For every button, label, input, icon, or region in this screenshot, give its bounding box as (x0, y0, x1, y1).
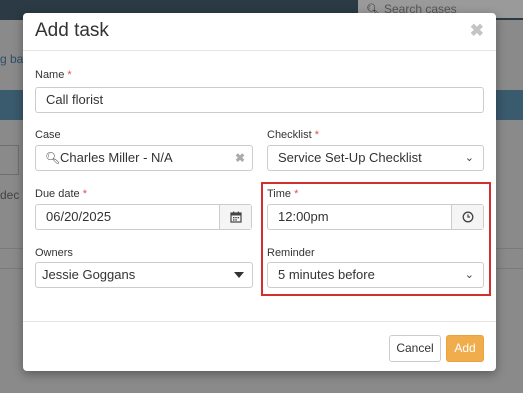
name-label-text: Name (35, 69, 65, 81)
checklist-label-text: Checklist (267, 129, 312, 141)
background-row-text: dec (0, 188, 20, 202)
case-value: Charles Miller - N/A (60, 150, 173, 165)
checklist-label: Checklist * (267, 129, 319, 141)
cancel-button[interactable]: Cancel (389, 335, 441, 362)
name-field[interactable]: Call florist (35, 87, 484, 113)
required-marker: * (67, 69, 72, 81)
case-field[interactable]: 🔍︎ Charles Miller - N/A ✖ (35, 145, 253, 171)
checklist-value: Service Set-Up Checklist (278, 150, 422, 165)
background-box (0, 145, 19, 175)
due-date-label-text: Due date (35, 188, 80, 200)
name-value: Call florist (46, 92, 104, 107)
highlight-box (261, 182, 491, 296)
clear-icon[interactable]: ✖ (235, 146, 245, 170)
due-date-label: Due date * (35, 188, 87, 200)
modal-header: Add task ✖ (23, 13, 496, 51)
case-label: Case (35, 129, 61, 141)
due-date-value: 06/20/2025 (46, 209, 112, 224)
due-date-field[interactable]: 06/20/2025 (35, 204, 252, 230)
close-icon[interactable]: ✖ (470, 21, 484, 41)
name-label: Name * (35, 69, 72, 81)
caret-down-icon (234, 272, 244, 278)
modal-footer: Cancel Add (23, 321, 496, 372)
owners-select[interactable]: Jessie Goggans (35, 262, 253, 288)
owners-value: Jessie Goggans (42, 267, 136, 282)
calendar-icon[interactable] (219, 205, 251, 229)
add-button[interactable]: Add (446, 335, 484, 362)
checklist-select[interactable]: Service Set-Up Checklist ⌄ (267, 145, 484, 171)
owners-label: Owners (35, 247, 73, 259)
required-marker: * (314, 129, 319, 141)
chevron-down-icon: ⌄ (464, 152, 474, 164)
modal-title: Add task (35, 20, 109, 41)
search-icon: 🔍︎ (45, 151, 61, 165)
required-marker: * (82, 188, 87, 200)
